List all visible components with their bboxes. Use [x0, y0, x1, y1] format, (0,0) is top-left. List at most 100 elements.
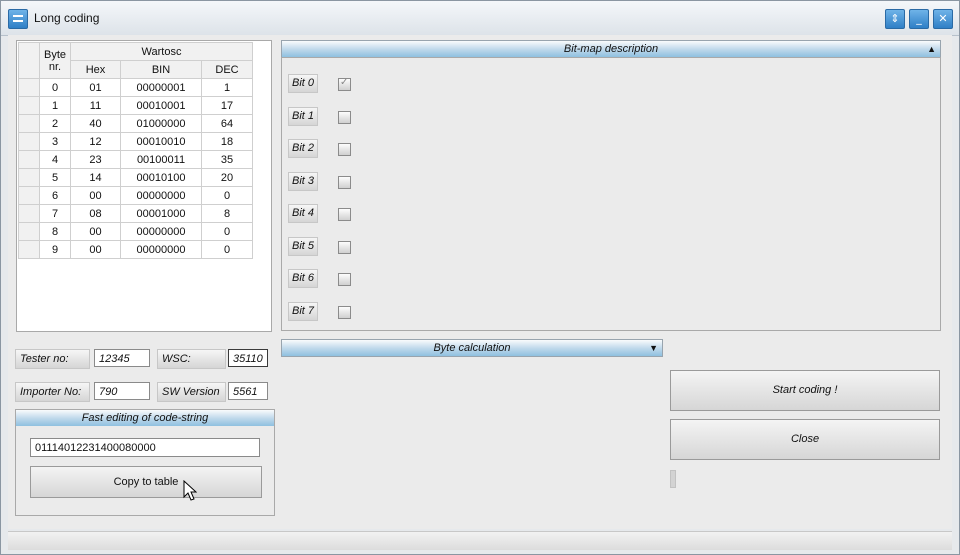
row-selector[interactable] — [18, 222, 40, 241]
byte-nr-cell[interactable]: 8 — [39, 222, 71, 241]
dec-cell[interactable]: 1 — [201, 78, 253, 97]
fast-editing-header: Fast editing of code-string — [16, 410, 274, 426]
byte-nr-cell[interactable]: 3 — [39, 132, 71, 151]
bit-1-checkbox[interactable] — [338, 110, 351, 124]
collapse-arrow-icon[interactable]: ▲ — [927, 41, 936, 57]
hex-cell[interactable]: 00 — [70, 222, 121, 241]
bit-6-checkbox[interactable] — [338, 273, 351, 286]
hex-cell[interactable]: 12 — [70, 132, 121, 151]
row-selector[interactable] — [18, 204, 40, 223]
hex-cell[interactable]: 23 — [70, 150, 121, 169]
byte-nr-cell[interactable]: 7 — [39, 204, 71, 223]
byte-nr-cell[interactable]: 2 — [39, 114, 71, 133]
row-selector[interactable] — [18, 96, 40, 115]
dec-cell[interactable]: 0 — [201, 240, 253, 259]
dec-cell[interactable]: 18 — [201, 132, 253, 151]
byte-nr-cell[interactable]: 1 — [39, 96, 71, 115]
dec-cell[interactable]: 17 — [201, 96, 253, 115]
bin-cell[interactable]: 00100011 — [120, 150, 202, 169]
tester-no-label: Tester no: — [15, 349, 90, 369]
minimize-icon[interactable]: _ — [909, 9, 929, 29]
row-selector[interactable] — [18, 132, 40, 151]
bin-cell[interactable]: 00000000 — [120, 186, 202, 205]
importer-no-input[interactable]: 790 — [94, 382, 150, 400]
dec-cell[interactable]: 0 — [201, 222, 253, 241]
byte-header-label2: nr. — [48, 60, 62, 73]
bit-5-checkbox[interactable] — [338, 240, 351, 254]
table-row[interactable]: 2 40 01000000 64 — [18, 114, 253, 133]
fast-editing-group: Fast editing of code-string 011140122314… — [15, 409, 275, 516]
byte-header-label: Byte — [43, 48, 66, 61]
bin-cell[interactable]: 00001000 — [120, 204, 202, 223]
bit-7-label: Bit 7 — [288, 301, 318, 321]
hex-cell[interactable]: 14 — [70, 168, 121, 187]
hex-cell[interactable]: 00 — [70, 186, 121, 205]
dec-cell[interactable]: 8 — [201, 204, 253, 223]
hex-cell[interactable]: 40 — [70, 114, 121, 133]
bit-0-checkbox[interactable]: ✓ — [338, 77, 351, 91]
bin-cell[interactable]: 00010001 — [120, 96, 202, 115]
bitmap-description-header[interactable]: Bit-map description ▲ — [281, 40, 941, 58]
table-row[interactable]: 7 08 00001000 8 — [18, 204, 253, 223]
bit-2-checkbox[interactable] — [338, 143, 351, 156]
dropdown-arrow-icon[interactable]: ▼ — [649, 340, 658, 356]
bit-3-label: Bit 3 — [288, 171, 318, 191]
bit-7-checkbox[interactable] — [338, 305, 351, 319]
row-selector[interactable] — [18, 114, 40, 133]
wsc-label: WSC: — [157, 349, 226, 369]
start-coding-button[interactable]: Start coding ! — [670, 370, 940, 411]
sw-version-input[interactable]: 5561 — [228, 382, 268, 400]
row-selector[interactable] — [18, 240, 40, 259]
importer-no-label: Importer No: — [15, 382, 90, 402]
row-selector[interactable] — [18, 186, 40, 205]
bit-4-label: Bit 4 — [288, 204, 318, 223]
table-row[interactable]: 5 14 00010100 20 — [18, 168, 253, 187]
hex-cell[interactable]: 08 — [70, 204, 121, 223]
byte-nr-cell[interactable]: 6 — [39, 186, 71, 205]
bin-cell[interactable]: 00000001 — [120, 78, 202, 97]
hex-cell[interactable]: 00 — [70, 240, 121, 259]
bit-4-checkbox[interactable] — [338, 208, 351, 221]
close-icon[interactable]: ✕ — [933, 9, 953, 29]
row-selector[interactable] — [18, 168, 40, 187]
bit-1-label: Bit 1 — [288, 106, 318, 126]
bin-cell[interactable]: 01000000 — [120, 114, 202, 133]
row-selector[interactable] — [18, 78, 40, 97]
bit-0-label: Bit 0 — [288, 74, 318, 93]
bit-3-checkbox[interactable] — [338, 175, 351, 189]
title-bar[interactable]: Long coding ⇕ _ ✕ — [1, 1, 959, 36]
table-row[interactable]: 9 00 00000000 0 — [18, 240, 253, 259]
byte-nr-cell[interactable]: 0 — [39, 78, 71, 97]
code-string-input[interactable]: 01114012231400080000 — [30, 438, 260, 457]
table-row[interactable]: 8 00 00000000 0 — [18, 222, 253, 241]
row-selector[interactable] — [18, 150, 40, 169]
bit-5-label: Bit 5 — [288, 236, 318, 256]
mouse-cursor-icon — [183, 480, 197, 501]
bin-cell[interactable]: 00010100 — [120, 168, 202, 187]
wsc-input[interactable]: 35110 — [228, 349, 268, 367]
progress-indicator — [670, 470, 676, 488]
byte-nr-cell[interactable]: 4 — [39, 150, 71, 169]
table-row[interactable]: 6 00 00000000 0 — [18, 186, 253, 205]
table-row[interactable]: 0 01 00000001 1 — [18, 78, 253, 97]
hex-cell[interactable]: 01 — [70, 78, 121, 97]
dec-cell[interactable]: 0 — [201, 186, 253, 205]
bin-cell[interactable]: 00000000 — [120, 222, 202, 241]
table-row[interactable]: 3 12 00010010 18 — [18, 132, 253, 151]
dec-cell[interactable]: 20 — [201, 168, 253, 187]
copy-to-table-button[interactable]: Copy to table — [30, 466, 262, 498]
byte-grid: Byte nr. Wartosc Hex BIN DEC 0 01 00000001 1… — [18, 42, 253, 259]
bin-cell[interactable]: 00010010 — [120, 132, 202, 151]
byte-nr-cell[interactable]: 5 — [39, 168, 71, 187]
restore-icon[interactable]: ⇕ — [885, 9, 905, 29]
tester-no-input[interactable]: 12345 — [94, 349, 150, 367]
byte-nr-cell[interactable]: 9 — [39, 240, 71, 259]
dec-cell[interactable]: 64 — [201, 114, 253, 133]
bin-cell[interactable]: 00000000 — [120, 240, 202, 259]
close-button[interactable]: Close — [670, 419, 940, 460]
table-row[interactable]: 4 23 00100011 35 — [18, 150, 253, 169]
table-row[interactable]: 1 11 00010001 17 — [18, 96, 253, 115]
hex-cell[interactable]: 11 — [70, 96, 121, 115]
dec-cell[interactable]: 35 — [201, 150, 253, 169]
byte-calculation-header[interactable]: Byte calculation ▼ — [281, 339, 663, 357]
